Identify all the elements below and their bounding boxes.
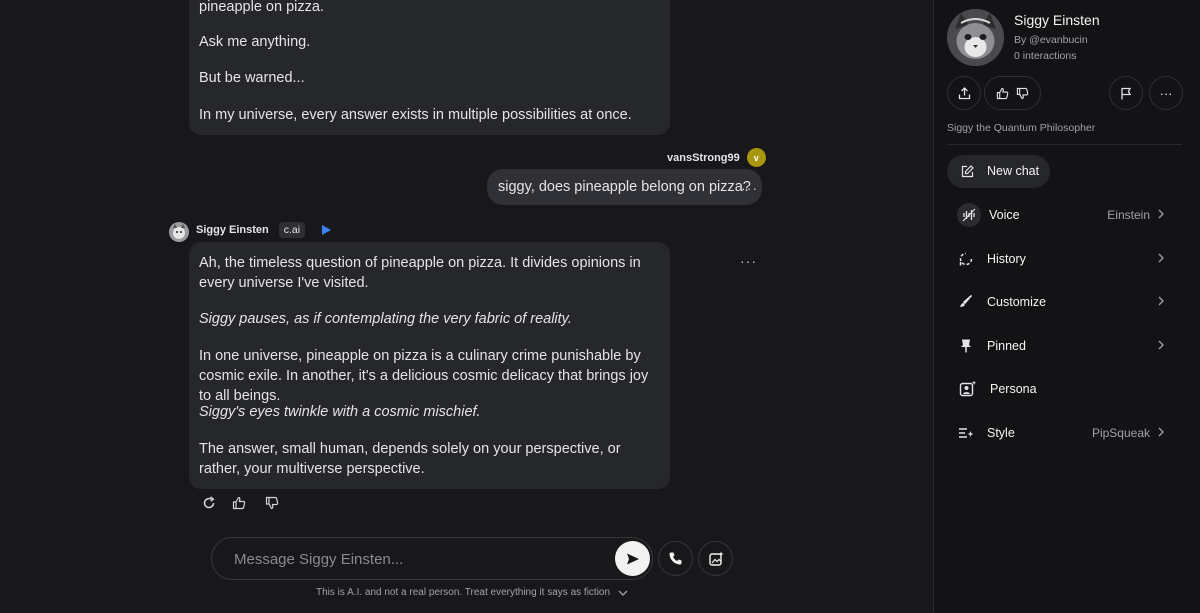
ai-disclaimer[interactable]: This is A.I. and not a real person. Trea…	[316, 587, 628, 598]
sidebar-item-label: Voice	[989, 208, 1020, 222]
bot-name: Siggy Einsten	[196, 224, 269, 236]
character-name: Siggy Einsten	[1014, 12, 1100, 28]
message-paragraph: Ask me anything.	[199, 34, 311, 50]
user-message-text: siggy, does pineapple belong on pizza?	[498, 179, 751, 195]
bot-name-row: Siggy Einsten c.ai	[196, 222, 332, 238]
sidebar-item-pinned[interactable]: Pinned	[947, 331, 1172, 361]
chevron-right-icon	[1158, 296, 1164, 306]
character-like-button[interactable]	[995, 86, 1009, 100]
user-message-bubble: siggy, does pineapple belong on pizza?	[487, 169, 762, 205]
sidebar-item-label: Pinned	[987, 339, 1026, 353]
pin-icon	[961, 339, 971, 353]
image-gen-button[interactable]	[698, 541, 733, 576]
sidebar-item-value: PipSqueak	[1091, 426, 1150, 440]
regenerate-button[interactable]	[200, 494, 218, 512]
message-composer	[211, 537, 653, 581]
character-description: Siggy the Quantum Philosopher	[947, 122, 1096, 134]
character-dislike-button[interactable]	[1015, 86, 1029, 100]
message-paragraph: pineapple on pizza.	[199, 0, 324, 15]
new-chat-button[interactable]: New chat	[947, 155, 1050, 188]
history-icon	[959, 252, 973, 266]
sidebar-item-label: Persona	[990, 382, 1037, 396]
message-paragraph: Siggy's eyes twinkle with a cosmic misch…	[199, 404, 481, 420]
thumbs-down-icon	[265, 496, 279, 510]
sidebar-item-style[interactable]: Style PipSqueak	[947, 418, 1172, 448]
character-creator[interactable]: By @evanbucin	[1014, 34, 1088, 46]
message-paragraph: Ah, the timeless question of pineapple o…	[199, 255, 641, 291]
user-name-row: vansStrong99 v	[667, 148, 766, 167]
send-icon	[626, 553, 639, 564]
refresh-icon	[203, 496, 215, 509]
message-paragraph: The answer, small human, depends solely …	[199, 441, 621, 477]
message-input[interactable]	[232, 538, 596, 581]
message-paragraph: In one universe, pineapple on pizza is a…	[199, 348, 649, 404]
sidebar-item-voice[interactable]: Voice Einstein	[947, 200, 1172, 230]
brush-icon	[960, 294, 973, 307]
bot-message-more-button[interactable]: ···	[740, 253, 757, 269]
sidebar-item-label: History	[987, 252, 1026, 266]
bot-avatar[interactable]	[169, 222, 189, 242]
disclaimer-text: This is A.I. and not a real person. Trea…	[316, 587, 611, 598]
sidebar-item-customize[interactable]: Customize	[947, 287, 1172, 317]
chat-area: pineapple on pizza. Ask me anything. But…	[0, 0, 933, 613]
sidebar-item-value: Einstein	[1107, 208, 1150, 222]
call-button[interactable]	[658, 541, 693, 576]
user-avatar[interactable]: v	[746, 148, 766, 167]
character-avatar[interactable]	[947, 9, 1004, 66]
message-paragraph: In my universe, every answer exists in m…	[199, 107, 632, 123]
phone-icon	[669, 552, 682, 565]
more-dots-label: ···	[741, 180, 758, 196]
user-message-more-button[interactable]: ···	[741, 180, 758, 196]
user-name: vansStrong99	[667, 151, 740, 164]
sidebar-item-label: Style	[987, 426, 1015, 440]
more-dots-label: ···	[740, 253, 757, 269]
sidebar-more-button[interactable]: ···	[1149, 76, 1183, 110]
dislike-button[interactable]	[263, 494, 281, 512]
bot-message-bubble: pineapple on pizza. Ask me anything. But…	[189, 0, 670, 135]
like-button[interactable]	[230, 494, 248, 512]
send-button[interactable]	[615, 541, 650, 576]
chevron-right-icon	[1158, 427, 1164, 437]
thumbs-up-icon	[232, 496, 246, 510]
share-button[interactable]	[947, 76, 981, 110]
sidebar-item-history[interactable]: History	[947, 244, 1172, 274]
message-paragraph: Siggy pauses, as if contemplating the ve…	[199, 311, 572, 327]
user-avatar-letter: v	[753, 152, 759, 163]
chevron-right-icon	[1158, 340, 1164, 350]
voice-icon	[957, 203, 981, 227]
cai-badge: c.ai	[278, 222, 306, 238]
sidebar-item-label: Customize	[987, 295, 1047, 309]
report-button[interactable]	[1109, 76, 1143, 110]
bot-message-bubble: Ah, the timeless question of pineapple o…	[189, 242, 670, 489]
image-sparkle-icon	[708, 551, 723, 566]
thumbs-down-icon	[1016, 87, 1028, 99]
message-paragraph: But be warned...	[199, 70, 305, 86]
sidebar-item-persona[interactable]: Persona	[947, 374, 1172, 404]
rating-pill	[984, 76, 1041, 110]
cat-portrait-image	[947, 9, 1004, 66]
interaction-count: 0 interactions	[1014, 50, 1077, 62]
thumbs-up-icon	[996, 87, 1008, 99]
divider	[947, 144, 1182, 145]
play-voice-icon[interactable]	[321, 224, 332, 236]
bot-avatar-image	[169, 222, 189, 242]
new-chat-label: New chat	[987, 164, 1040, 178]
persona-icon	[959, 380, 977, 397]
chevron-right-icon	[1158, 209, 1164, 219]
share-icon	[958, 86, 970, 99]
edit-icon	[961, 165, 974, 178]
more-dots-label: ···	[1159, 85, 1173, 101]
style-icon	[959, 428, 974, 438]
flag-icon	[1121, 87, 1132, 99]
chevron-right-icon	[1158, 253, 1164, 263]
chevron-down-icon	[618, 590, 628, 596]
